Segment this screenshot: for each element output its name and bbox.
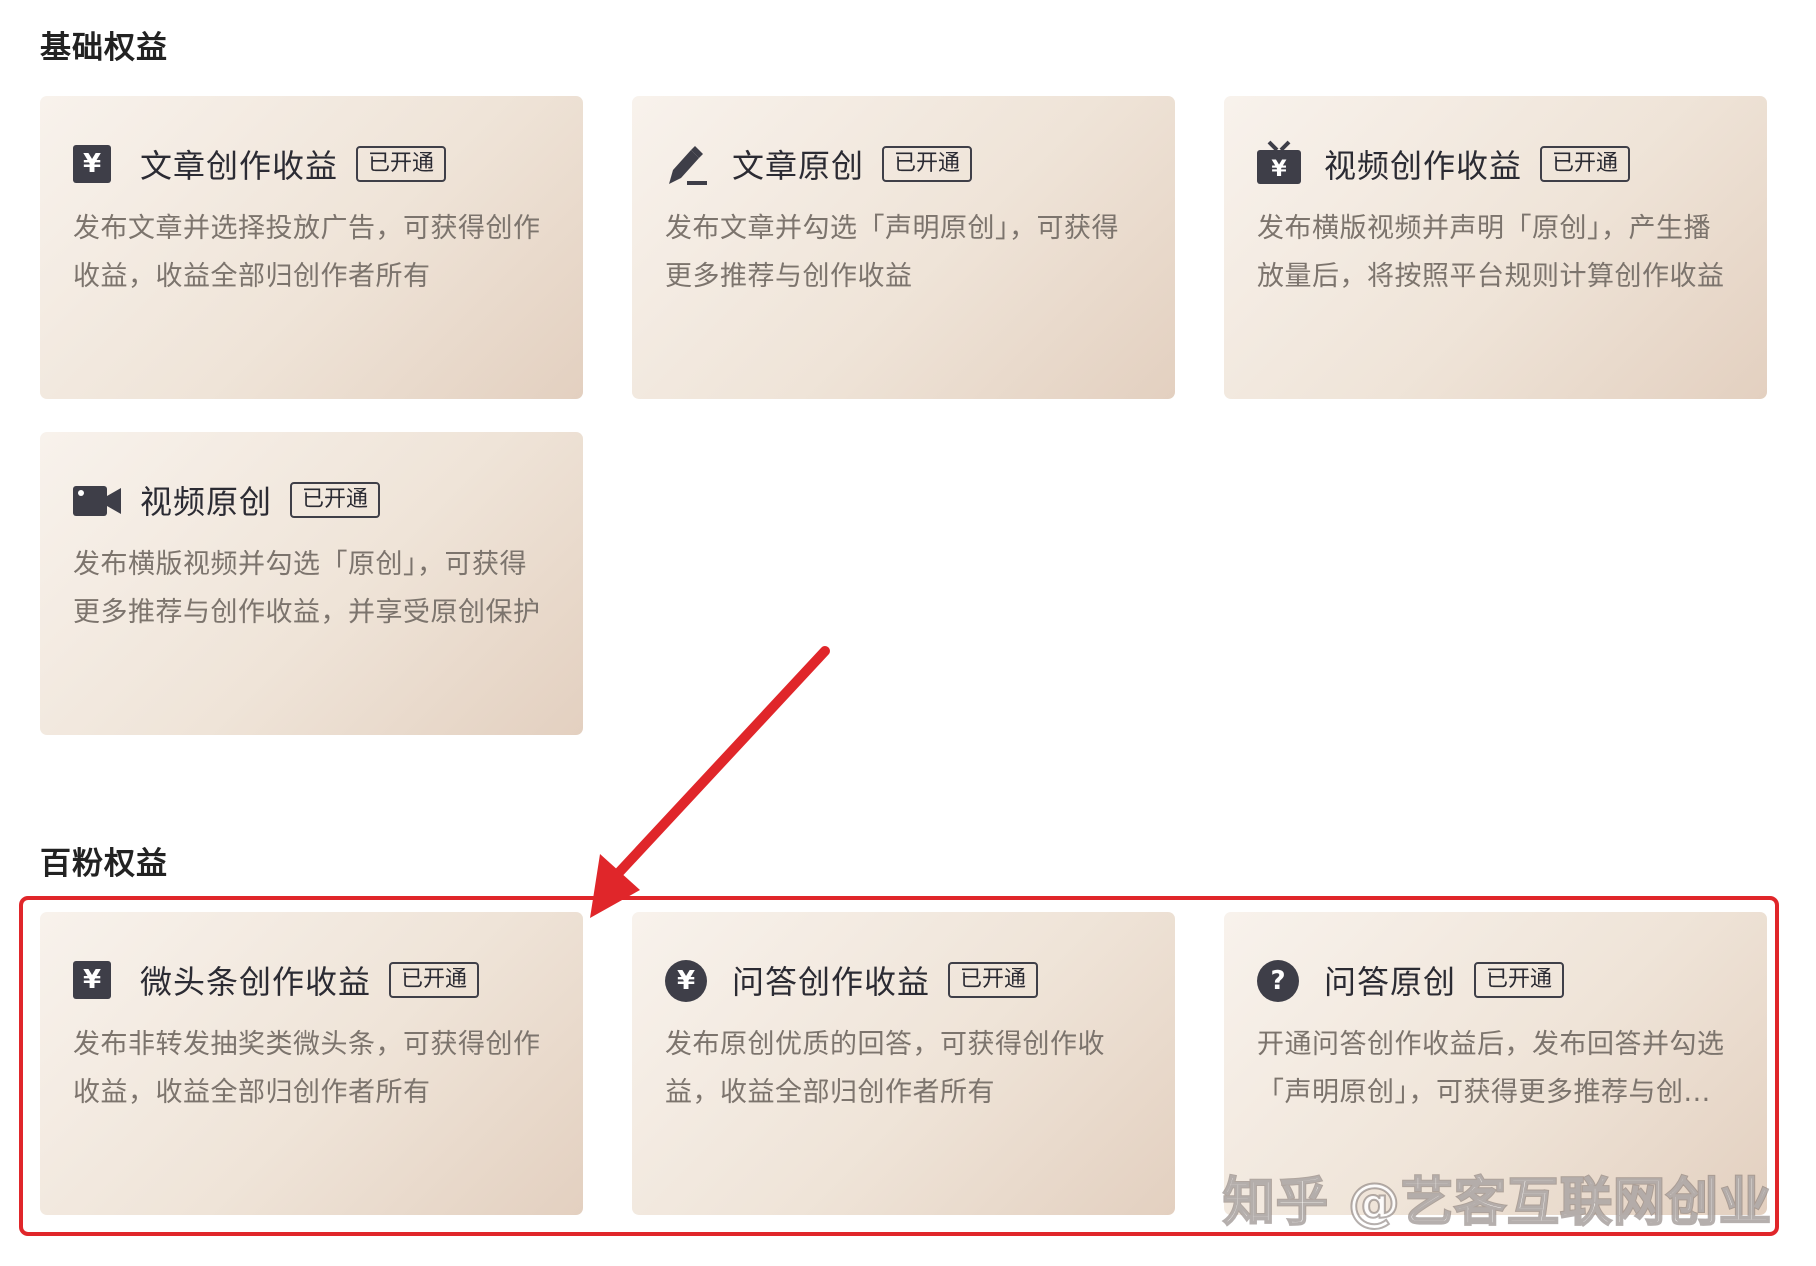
card-description: 发布文章并勾选「声明原创」，可获得更多推荐与创作收益 xyxy=(665,213,1119,292)
status-badge: 已开通 xyxy=(356,146,447,182)
card-title: 视频原创 xyxy=(140,483,273,521)
svg-text:¥: ¥ xyxy=(1271,157,1287,182)
card-description: 发布横版视频并声明「原创」，产生播放量后，将按照平台规则计算创作收益 xyxy=(1257,213,1725,292)
benefit-card-article-original[interactable]: 文章原创 已开通 发布文章并勾选「声明原创」，可获得更多推荐与创作收益 xyxy=(632,96,1175,399)
tv-yen-icon: ¥ xyxy=(1257,140,1301,184)
pen-icon xyxy=(665,144,707,185)
status-badge: 已开通 xyxy=(882,146,973,182)
status-badge: 已开通 xyxy=(290,482,381,518)
video-camera-icon xyxy=(73,480,121,520)
yen-square-icon: ¥ xyxy=(73,144,113,184)
card-description: 发布横版视频并勾选「原创」，可获得更多推荐与创作收益，并享受原创保护 xyxy=(73,549,541,628)
section-title-hundred-fans: 百粉权益 xyxy=(40,846,168,882)
card-description: 发布文章并选择投放广告，可获得创作收益，收益全部归创作者所有 xyxy=(73,213,541,292)
watermark: 知乎 @艺客互联网创业 xyxy=(1222,1172,1772,1234)
benefit-card-video-income[interactable]: ¥ 视频创作收益 已开通 发布横版视频并声明「原创」，产生播放量后，将按照平台规… xyxy=(1224,96,1767,399)
status-badge: 已开通 xyxy=(1540,146,1631,182)
card-title: 文章原创 xyxy=(732,147,865,185)
benefit-card-video-original[interactable]: 视频原创 已开通 发布横版视频并勾选「原创」，可获得更多推荐与创作收益，并享受原… xyxy=(40,432,583,735)
section-title-basic: 基础权益 xyxy=(40,30,168,66)
card-title: 文章创作收益 xyxy=(140,147,339,185)
benefit-card-article-income[interactable]: ¥ 文章创作收益 已开通 发布文章并选择投放广告，可获得创作收益，收益全部归创作… xyxy=(40,96,583,399)
card-title: 视频创作收益 xyxy=(1324,147,1523,185)
